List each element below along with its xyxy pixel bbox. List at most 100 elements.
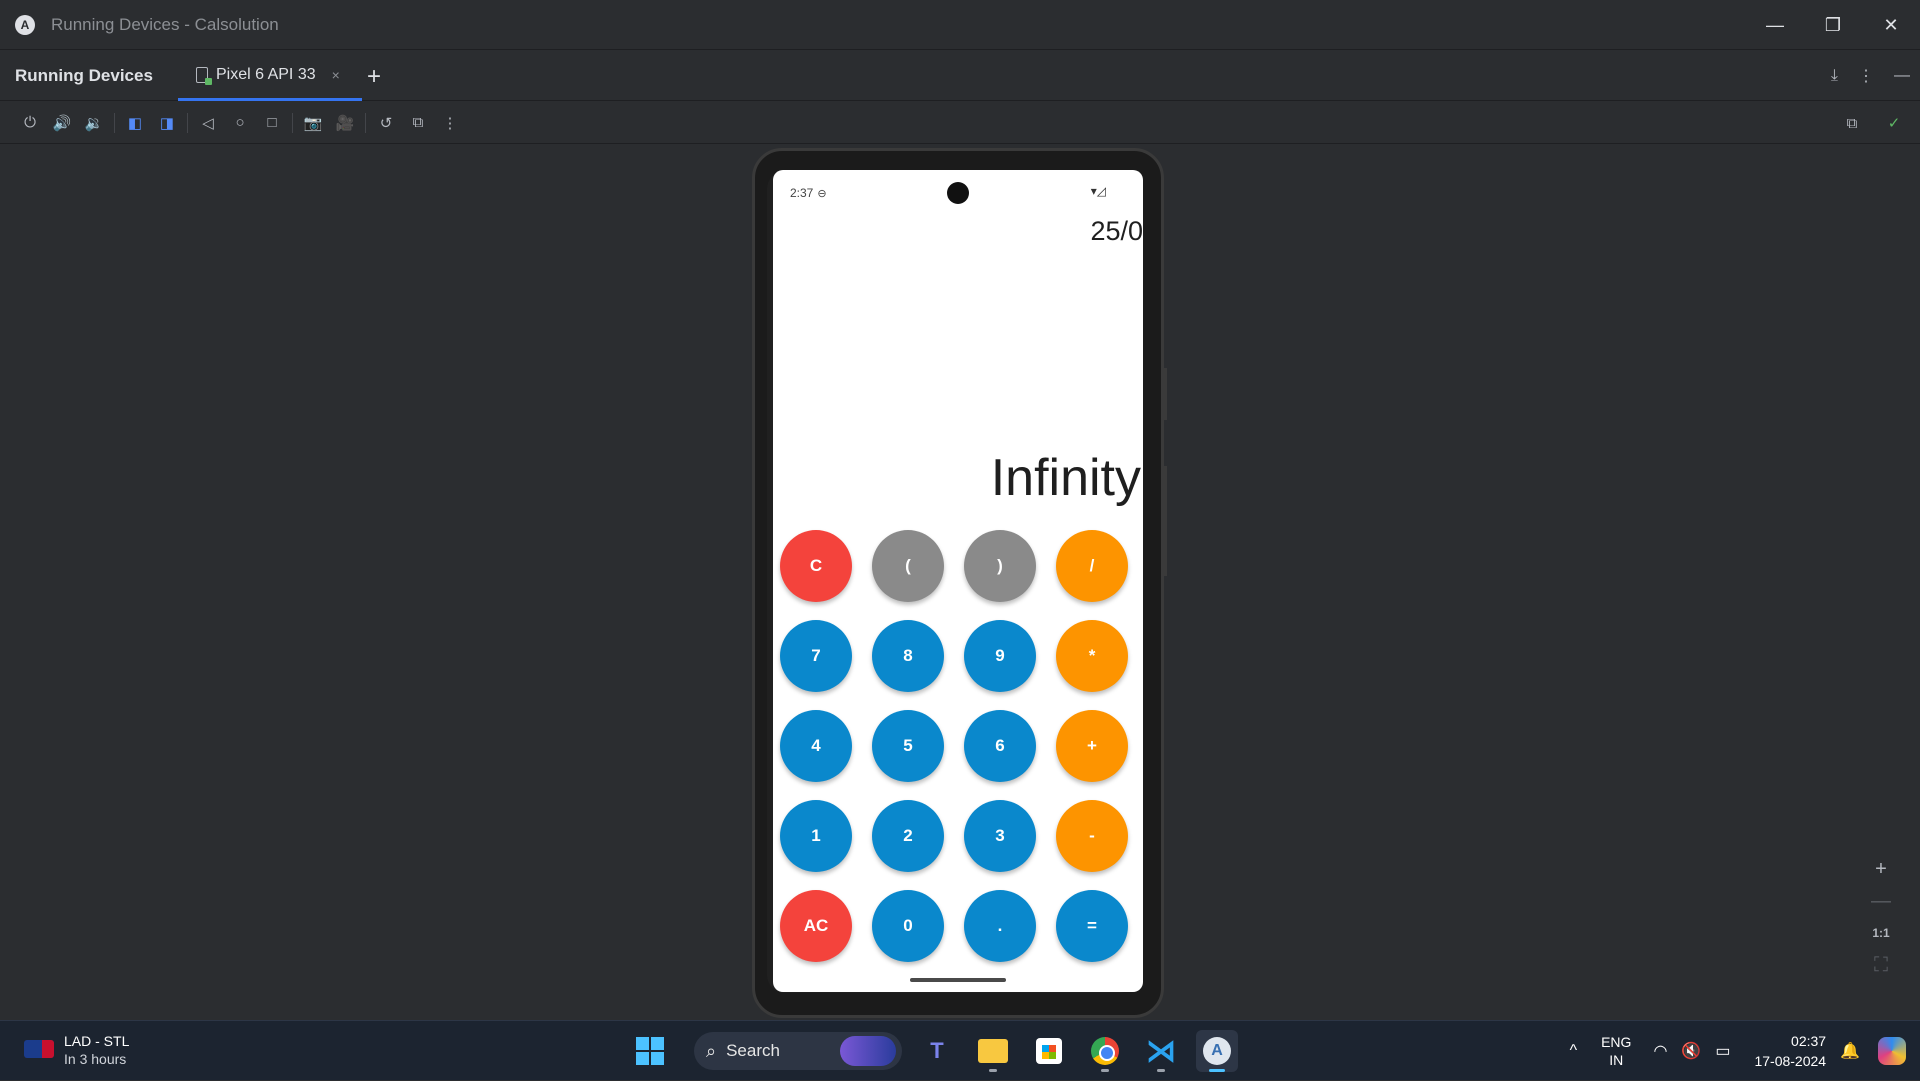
key-6[interactable]: 6 xyxy=(964,710,1036,782)
rotate-left-icon[interactable]: ◧ xyxy=(119,107,151,139)
device-icon xyxy=(196,66,212,85)
clock-date: 17-08-2024 xyxy=(1754,1053,1827,1069)
screen-record-icon[interactable]: 🎥 xyxy=(329,107,361,139)
tool-window-title: Running Devices xyxy=(15,65,153,85)
close-window-button[interactable]: ✕ xyxy=(1862,0,1920,50)
add-device-button[interactable]: + xyxy=(367,63,381,91)
toolbar-right: ⧉ ✓ xyxy=(1836,107,1910,139)
key-open-paren[interactable]: ( xyxy=(872,530,944,602)
zoom-fit-button[interactable]: ⛶ xyxy=(1874,954,1888,976)
key-clear[interactable]: C xyxy=(780,530,852,602)
tab-label: Pixel 6 API 33 xyxy=(216,65,316,83)
tab-pixel-6-api-33[interactable]: Pixel 6 API 33 × xyxy=(178,51,362,101)
key-7[interactable]: 7 xyxy=(780,620,852,692)
input-language[interactable]: ENG IN xyxy=(1601,1033,1631,1069)
separator xyxy=(292,112,293,133)
start-button[interactable] xyxy=(636,1037,664,1065)
key-0[interactable]: 0 xyxy=(872,890,944,962)
key-1[interactable]: 1 xyxy=(780,800,852,872)
chrome-app[interactable] xyxy=(1084,1030,1126,1072)
widget-subtitle: In 3 hours xyxy=(64,1051,127,1067)
taskbar-search[interactable]: ⌕ Search xyxy=(694,1032,902,1070)
copilot-icon[interactable] xyxy=(1878,1037,1906,1065)
restore-button[interactable]: ❐ xyxy=(1804,0,1862,50)
quick-settings[interactable]: ◠ 🔇 ▭ xyxy=(1653,1041,1730,1061)
overview-icon[interactable]: □ xyxy=(256,107,288,139)
key-all-clear[interactable]: AC xyxy=(780,890,852,962)
key-minus[interactable]: - xyxy=(1056,800,1128,872)
key-4[interactable]: 4 xyxy=(780,710,852,782)
options-menu-icon[interactable]: ⋮ xyxy=(1858,66,1874,86)
key-decimal[interactable]: . xyxy=(964,890,1036,962)
expression-display: 25/0 xyxy=(1090,216,1143,246)
teams-icon: T xyxy=(930,1038,944,1063)
check-icon[interactable]: ✓ xyxy=(1878,107,1910,139)
volume-up-icon[interactable]: 🔊 xyxy=(46,107,78,139)
key-plus[interactable]: + xyxy=(1056,710,1128,782)
virtual-scene-icon[interactable]: ⧉ xyxy=(402,107,434,139)
key-8[interactable]: 8 xyxy=(872,620,944,692)
clock-time: 02:37 xyxy=(1791,1033,1827,1049)
zoom-controls: + — 1:1 ⛶ xyxy=(1863,858,1899,990)
key-equals[interactable]: = xyxy=(1056,890,1128,962)
zoom-out-button[interactable]: — xyxy=(1871,890,1891,912)
home-icon[interactable]: ○ xyxy=(224,107,256,139)
screenshot-icon[interactable]: 📷 xyxy=(297,107,329,139)
reset-icon[interactable]: ↺ xyxy=(370,107,402,139)
mlb-logo-icon xyxy=(24,1040,54,1058)
key-5[interactable]: 5 xyxy=(872,710,944,782)
emulator-toolbar: ⏻ 🔊 🔉 ◧ ◨ ◁ ○ □ 📷 🎥 ↺ ⧉ ⋮ ⧉ ✓ xyxy=(0,102,1920,144)
gesture-home-bar[interactable] xyxy=(910,978,1006,982)
close-tab-icon[interactable]: × xyxy=(332,67,340,83)
status-bar: 2:37 ▾◿ xyxy=(773,170,1143,214)
vscode-app[interactable]: ⋊ xyxy=(1140,1030,1182,1072)
key-divide[interactable]: / xyxy=(1056,530,1128,602)
layout-inspector-icon[interactable]: ⧉ xyxy=(1836,107,1868,139)
android-studio-logo-icon: A xyxy=(15,14,35,35)
key-close-paren[interactable]: ) xyxy=(964,530,1036,602)
minimize-panel-icon[interactable]: — xyxy=(1894,67,1910,85)
minimize-button[interactable]: — xyxy=(1746,0,1804,50)
tool-window-actions: ⤓ ⋮ — xyxy=(1831,51,1910,101)
microsoft-store-app[interactable] xyxy=(1028,1030,1070,1072)
teams-app[interactable]: T xyxy=(916,1030,958,1072)
widget-title: LAD - STL xyxy=(64,1033,130,1049)
title-bar: A Running Devices - Calsolution — ❐ ✕ xyxy=(0,0,1920,50)
clock[interactable]: 02:37 17-08-2024 xyxy=(1754,1031,1826,1071)
show-hidden-icons-chevron-icon[interactable]: ^ xyxy=(1570,1042,1578,1060)
zoom-in-button[interactable]: + xyxy=(1875,858,1887,880)
wifi-icon: ◠ xyxy=(1653,1043,1668,1060)
back-icon[interactable]: ◁ xyxy=(192,107,224,139)
phone-screen[interactable]: 2:37 ▾◿ 25/0 Infinity C ( ) / 7 8 9 * 4 … xyxy=(773,170,1143,992)
file-explorer-app[interactable] xyxy=(972,1030,1014,1072)
power-icon[interactable]: ⏻ xyxy=(14,107,46,139)
folder-icon xyxy=(978,1039,1008,1063)
volume-down-icon[interactable]: 🔉 xyxy=(78,107,110,139)
battery-icon: ▭ xyxy=(1715,1043,1731,1060)
taskbar-apps: ⌕ Search T ⋊ A xyxy=(636,1029,1238,1073)
vscode-icon: ⋊ xyxy=(1146,1034,1176,1068)
rotate-right-icon[interactable]: ◨ xyxy=(151,107,183,139)
store-icon xyxy=(1036,1038,1062,1064)
widget-text: LAD - STL In 3 hours xyxy=(64,1031,129,1067)
volume-side-button xyxy=(1163,466,1167,576)
zoom-actual-size-button[interactable]: 1:1 xyxy=(1872,924,1889,942)
key-9[interactable]: 9 xyxy=(964,620,1036,692)
separator xyxy=(187,112,188,133)
key-multiply[interactable]: * xyxy=(1056,620,1128,692)
chrome-icon xyxy=(1091,1037,1119,1065)
power-side-button xyxy=(1163,368,1167,420)
key-3[interactable]: 3 xyxy=(964,800,1036,872)
notification-bell-icon[interactable]: 🔔 xyxy=(1840,1041,1860,1061)
android-studio-app[interactable]: A xyxy=(1196,1030,1238,1072)
system-tray: ^ ENG IN ◠ 🔇 ▭ 02:37 17-08-2024 🔔 xyxy=(1570,1021,1920,1081)
status-time: 2:37 xyxy=(790,186,827,200)
key-2[interactable]: 2 xyxy=(872,800,944,872)
volume-muted-icon: 🔇 xyxy=(1681,1043,1702,1060)
hide-panel-icon[interactable]: ⤓ xyxy=(1831,67,1838,85)
lang-primary: ENG xyxy=(1601,1034,1632,1050)
front-camera xyxy=(947,182,969,204)
widgets-news[interactable]: LAD - STL In 3 hours xyxy=(24,1031,129,1067)
lang-region: IN xyxy=(1609,1052,1624,1068)
more-icon[interactable]: ⋮ xyxy=(434,107,466,139)
